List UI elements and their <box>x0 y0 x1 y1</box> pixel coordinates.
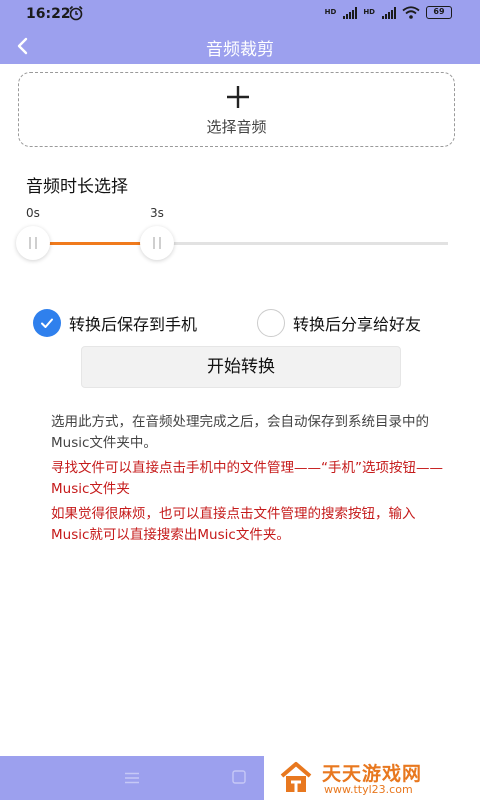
start-conversion-button[interactable]: 开始转换 <box>81 346 401 388</box>
status-time: 16:22 <box>26 6 71 22</box>
watermark-logo-icon <box>280 762 312 792</box>
alarm-clock-icon <box>69 5 83 21</box>
select-audio-button[interactable]: 选择音频 <box>18 72 455 147</box>
status-indicators: HD HD 69 <box>325 6 452 19</box>
find-file-tip: 寻找文件可以直接点击手机中的文件管理——“手机”选项按钮——Music文件夹 <box>51 460 443 497</box>
signal-icon-1 <box>343 6 358 19</box>
duration-section-title: 音频时长选择 <box>26 177 128 197</box>
range-start-label: 0s <box>26 206 40 220</box>
save-to-phone-option[interactable]: 转换后保存到手机 <box>33 309 197 337</box>
plus-icon <box>227 86 249 108</box>
share-to-friends-option[interactable]: 转换后分享给好友 <box>257 309 421 337</box>
slider-end-handle[interactable] <box>140 226 174 260</box>
page-title: 音频裁剪 <box>206 40 274 60</box>
watermark-name: 天天游戏网 <box>322 763 423 785</box>
app-bar: 音频裁剪 <box>0 28 480 64</box>
hd-label-1: HD <box>324 8 337 16</box>
home-icon[interactable] <box>232 770 246 784</box>
watermark-url: www.ttyl23.com <box>324 783 413 796</box>
search-tip: 如果觉得很麻烦，也可以直接点击文件管理的搜索按钮，输入Music就可以直接搜索出… <box>51 506 416 543</box>
save-location-note: 选用此方式，在音频处理完成之后，会自动保存到系统目录中的Music文件夹中。 <box>51 414 429 451</box>
save-to-phone-label: 转换后保存到手机 <box>69 315 198 334</box>
watermark: 天天游戏网 www.ttyl23.com <box>264 756 480 800</box>
check-icon[interactable] <box>33 309 61 337</box>
range-end-label: 3s <box>150 206 164 220</box>
slider-start-handle[interactable] <box>16 226 50 260</box>
menu-icon[interactable] <box>124 772 140 784</box>
status-bar: 16:22 HD HD 69 <box>0 0 480 28</box>
hd-label-2: HD <box>363 8 375 16</box>
wifi-icon <box>402 6 420 19</box>
radio-unchecked-icon[interactable] <box>257 309 285 337</box>
share-to-friends-label: 转换后分享给好友 <box>293 315 422 334</box>
duration-slider-fill <box>48 242 143 245</box>
select-audio-label: 选择音频 <box>206 118 267 136</box>
signal-icon-2 <box>382 6 396 19</box>
battery-icon: 69 <box>426 6 452 19</box>
